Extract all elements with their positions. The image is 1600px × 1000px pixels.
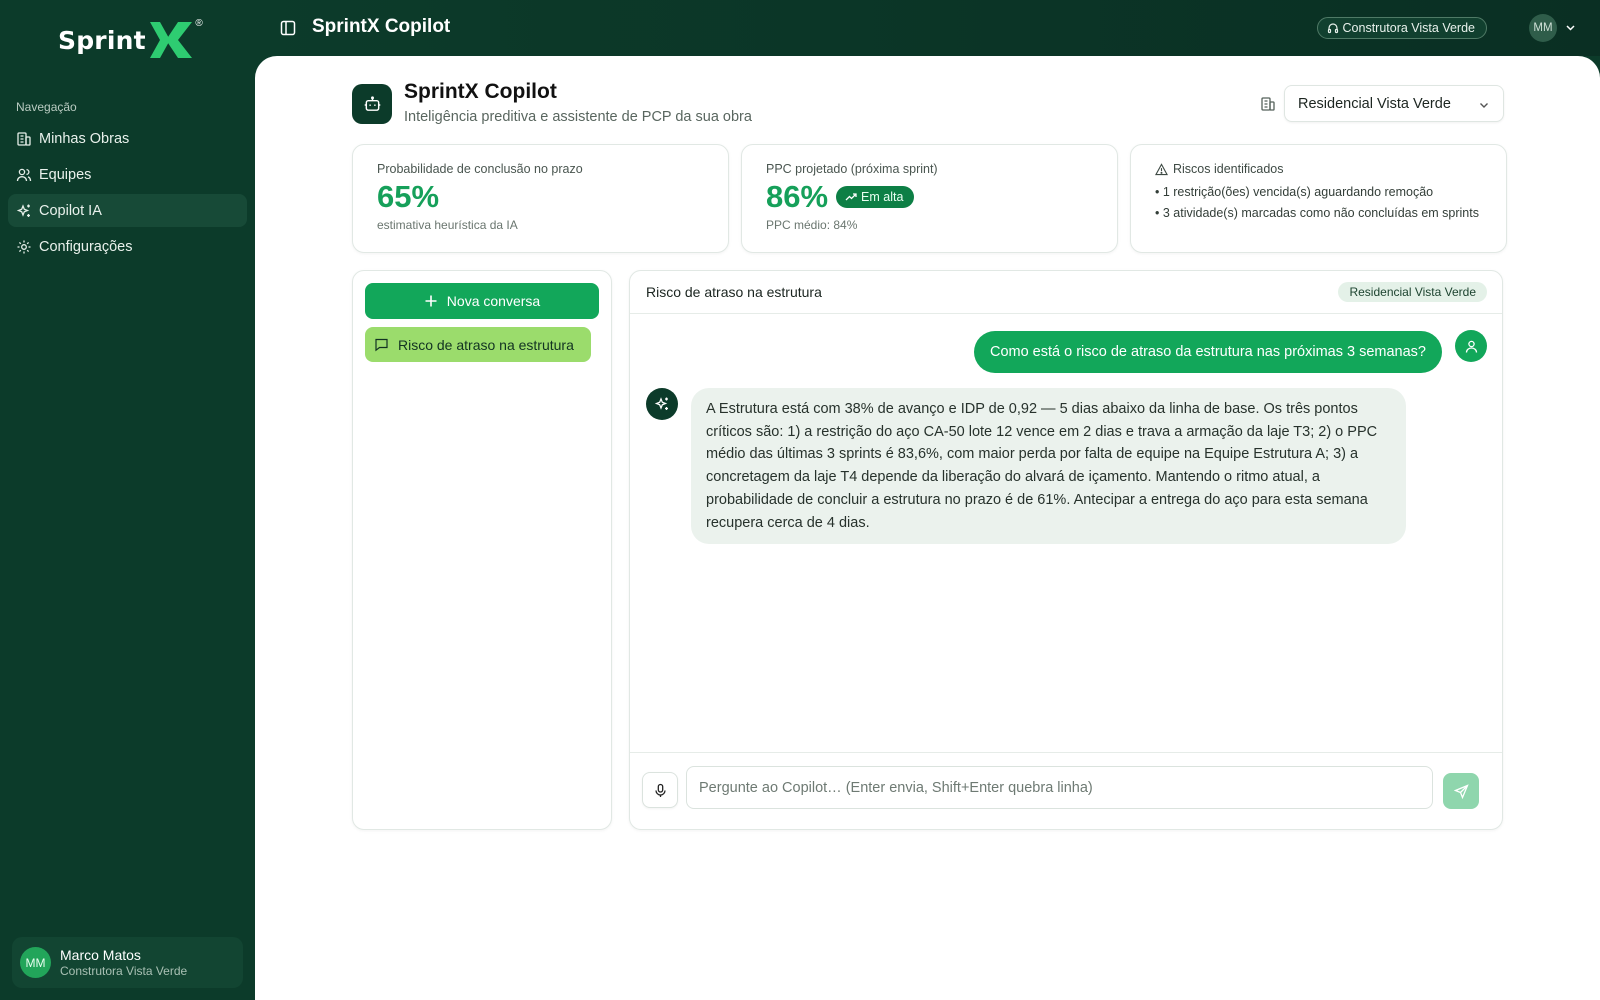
chevron-down-icon — [1480, 103, 1488, 108]
users-icon — [16, 168, 32, 181]
sprintx-logo[interactable]: Sprint ® — [58, 18, 203, 60]
sidebar-user-card[interactable]: MM Marco Matos Construtora Vista Verde — [12, 937, 243, 988]
chat-header: Risco de atraso na estrutura Residencial… — [630, 271, 1502, 314]
sidebar-nav: Minhas Obras Equipes Copilot IA Configur… — [8, 122, 247, 266]
risk-item: • 3 atividade(s) marcadas como não concl… — [1155, 206, 1479, 220]
sidebar-toggle-icon[interactable] — [279, 19, 297, 37]
microphone-icon — [654, 783, 666, 797]
logo-text: Sprint — [58, 25, 146, 55]
company-switcher[interactable]: Construtora Vista Verde — [1316, 17, 1487, 39]
stat-card-ppc: PPC projetado (próxima sprint) 86% Em al… — [741, 144, 1118, 253]
stat-label: Probabilidade de conclusão no prazo — [377, 162, 583, 176]
logo-registered-mark: ® — [195, 18, 203, 29]
user-info: Marco Matos Construtora Vista Verde — [60, 947, 187, 978]
project-select-value: Residencial Vista Verde — [1298, 95, 1451, 112]
new-conversation-button[interactable]: Nova conversa — [365, 283, 599, 319]
building-icon — [17, 131, 31, 146]
stat-sub: PPC médio: 84% — [766, 218, 858, 232]
app-title: SprintX Copilot — [312, 16, 451, 37]
stat-card-probability: Probabilidade de conclusão no prazo 65% … — [352, 144, 729, 253]
conversations-panel: Nova conversa Risco de atraso na estrutu… — [352, 270, 612, 830]
user-company: Construtora Vista Verde — [60, 963, 188, 978]
nav-label: Navegação — [16, 100, 77, 114]
company-name: Construtora Vista Verde — [1342, 21, 1475, 35]
user-name: Marco Matos — [60, 946, 141, 963]
sidebar-item-label: Copilot IA — [39, 202, 102, 219]
chat-input[interactable] — [686, 766, 1433, 809]
sparkles-icon — [16, 203, 30, 217]
warning-icon — [1155, 162, 1168, 175]
stat-sub: estimativa heurística da IA — [377, 218, 518, 232]
sidebar: Sprint ® Navegação Minhas Obras Equipes — [0, 0, 255, 1000]
trending-up-icon — [845, 193, 857, 201]
page-title: SprintX Copilot — [404, 80, 557, 103]
risk-title: Riscos identificados — [1155, 162, 1482, 176]
chat-panel: Risco de atraso na estrutura Residencial… — [629, 270, 1503, 830]
sidebar-item-configuracoes[interactable]: Configurações — [8, 230, 247, 263]
trend-label: Em alta — [861, 190, 904, 204]
microphone-button[interactable] — [642, 772, 678, 808]
chat-title: Risco de atraso na estrutura — [646, 284, 822, 300]
chevron-down-icon[interactable] — [1564, 21, 1577, 34]
building-icon — [1261, 97, 1275, 111]
user-avatar — [1455, 330, 1487, 362]
page-subtitle: Inteligência preditiva e assistente de P… — [404, 109, 752, 125]
gear-icon — [17, 240, 31, 253]
plus-icon — [425, 295, 437, 307]
main-content: SprintX Copilot Inteligência preditiva e… — [255, 56, 1600, 1000]
stat-label: PPC projetado (próxima sprint) — [766, 162, 938, 176]
sparkles-icon — [654, 397, 668, 410]
user-message: Como está o risco de atraso da estrutura… — [973, 331, 1442, 373]
user-icon — [1465, 340, 1477, 353]
sidebar-item-minhas-obras[interactable]: Minhas Obras — [8, 122, 247, 155]
send-button[interactable] — [1443, 773, 1479, 809]
stat-value: 65% — [377, 179, 704, 215]
user-avatar[interactable]: MM — [1529, 14, 1557, 42]
topbar: SprintX Copilot Construtora Vista Verde … — [255, 0, 1600, 56]
ppc-value: 86% — [766, 179, 829, 214]
chat-bubble-icon — [375, 338, 388, 352]
conversation-title: Risco de atraso na estrutura — [398, 336, 574, 353]
risk-item: • 1 restrição(ões) vencida(s) aguardando… — [1155, 185, 1434, 199]
logo-x-mark — [149, 22, 192, 58]
sidebar-item-label: Equipes — [39, 166, 92, 183]
sidebar-item-copilot-ia[interactable]: Copilot IA — [8, 194, 247, 227]
new-conversation-label: Nova conversa — [446, 293, 541, 309]
probability-value: 65% — [377, 179, 440, 214]
bot-icon — [364, 95, 380, 111]
project-badge: Residencial Vista Verde — [1338, 282, 1487, 302]
avatar: MM — [20, 947, 51, 978]
risk-list: • 1 restrição(ões) vencida(s) aguardando… — [1155, 182, 1482, 224]
copilot-bot-badge — [352, 84, 392, 124]
sidebar-item-label: Minhas Obras — [39, 130, 130, 147]
sidebar-item-equipes[interactable]: Equipes — [8, 158, 247, 191]
assistant-message: A Estrutura está com 38% de avanço e IDP… — [691, 388, 1406, 545]
conversation-item[interactable]: Risco de atraso na estrutura — [365, 327, 591, 362]
headset-icon — [1327, 23, 1338, 34]
sidebar-item-label: Configurações — [39, 238, 133, 255]
stat-value: 86% Em alta — [766, 179, 1093, 215]
project-select[interactable]: Residencial Vista Verde — [1284, 85, 1504, 122]
trend-badge: Em alta — [836, 186, 915, 208]
risk-title-text: Riscos identificados — [1173, 162, 1284, 176]
send-icon — [1453, 783, 1469, 799]
assistant-avatar — [646, 388, 678, 420]
stat-card-risks: Riscos identificados • 1 restrição(ões) … — [1130, 144, 1507, 253]
chat-composer — [630, 752, 1502, 829]
